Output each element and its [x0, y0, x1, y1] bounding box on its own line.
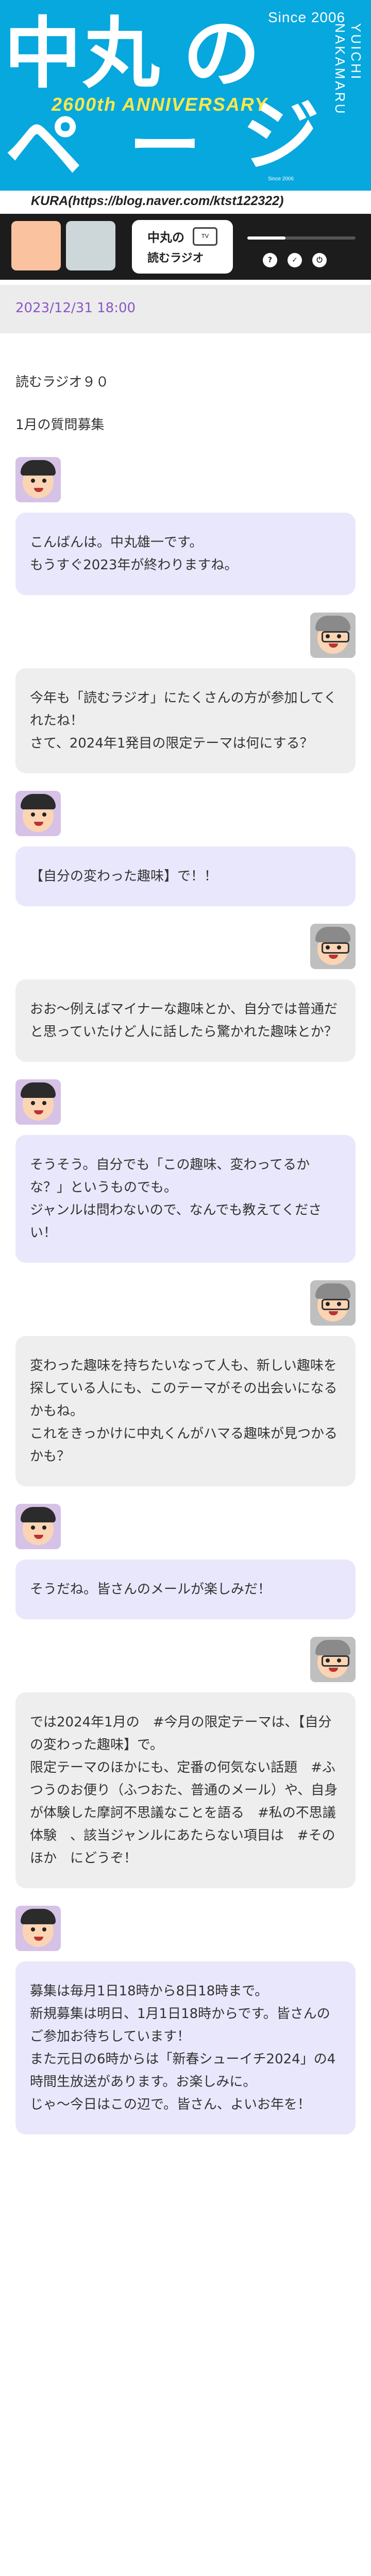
message-bubble: 変わった趣味を持ちたいなって人も、新しい趣味を探している人にも、このテーマがその… — [15, 1336, 356, 1486]
page: 中 丸 の ペ ー ジ Since 2006 2600th ANNIVERSAR… — [0, 0, 371, 2183]
avatar-assistant — [310, 1637, 356, 1682]
radio-logo: 中丸の TV 読むラジオ — [132, 220, 233, 274]
chat-message: そうだね。皆さんのメールが楽しみだ！ — [15, 1504, 356, 1619]
chat-message: では2024年1月の #今月の限定テーマは、【自分の変わった趣味】で。 限定テー… — [15, 1637, 356, 1888]
chat-message: 変わった趣味を持ちたいなって人も、新しい趣味を探している人にも、このテーマがその… — [15, 1280, 356, 1486]
avatar-part — [31, 1927, 35, 1931]
avatar-part — [31, 812, 35, 817]
chat-thread: こんばんは。中丸雄一です。 もうすぐ2023年が終わりますね。今年も「読むラジオ… — [0, 457, 371, 2183]
avatar-assistant — [66, 221, 115, 270]
banner-vertical-name: YUICHI NAKAMARU — [332, 23, 364, 116]
banner-title-char: ペ — [5, 102, 83, 191]
progress-fill — [247, 236, 285, 240]
avatar-part — [31, 1526, 35, 1530]
avatar-part — [42, 1526, 46, 1530]
avatar-part — [31, 479, 35, 483]
avatar-assistant — [310, 613, 356, 658]
message-bubble: 今年も「読むラジオ」にたくさんの方が参加してくれたね！ さて、2024年1発目の… — [15, 668, 356, 773]
chat-message: 今年も「読むラジオ」にたくさんの方が参加してくれたね！ さて、2024年1発目の… — [15, 613, 356, 773]
help-icon[interactable]: ? — [263, 253, 277, 267]
banner-small-since: Since 2006 — [268, 176, 294, 182]
message-bubble: こんばんは。中丸雄一です。 もうすぐ2023年が終わりますね。 — [15, 513, 356, 595]
avatar-part — [21, 1082, 56, 1098]
post-subtitle: 1月の質問募集 — [15, 417, 105, 433]
power-icon[interactable]: ⏻ — [312, 253, 327, 267]
chat-message: おお～例えばマイナーな趣味とか、自分では普通だと思っていたけど人に話したら驚かれ… — [15, 924, 356, 1062]
avatar-assistant — [310, 924, 356, 969]
avatar-assistant — [310, 1280, 356, 1326]
avatar-nakamaru — [11, 221, 61, 270]
avatar-nakamaru — [15, 457, 61, 502]
message-bubble: そうそう。自分でも「この趣味、変わってるかな？」というものでも。 ジャンルは問わ… — [15, 1135, 356, 1263]
radio-logo-line2: 読むラジオ — [147, 252, 204, 265]
avatar-part — [315, 927, 350, 942]
avatar-part — [322, 1299, 349, 1310]
avatar-part — [322, 942, 349, 954]
avatar-part — [31, 1101, 35, 1105]
avatar-nakamaru — [15, 1504, 61, 1549]
header-banner: 中 丸 の ペ ー ジ Since 2006 2600th ANNIVERSAR… — [0, 0, 371, 191]
avatar-part — [42, 479, 46, 483]
chat-message: 募集は毎月1日18時から8日18時まで。 新規募集は明日、1月1日18時からです… — [15, 1906, 356, 2134]
message-bubble: 募集は毎月1日18時から8日18時まで。 新規募集は明日、1月1日18時からです… — [15, 1961, 356, 2134]
chat-message: 【自分の変わった趣味】で！！ — [15, 791, 356, 906]
avatar-part — [42, 1927, 46, 1931]
avatar-part — [21, 1507, 56, 1522]
banner-title-char: 丸 — [82, 9, 160, 99]
avatar-part — [21, 794, 56, 809]
banner-title-char: の — [183, 9, 261, 99]
banner-title-char: 中 — [4, 9, 82, 99]
banner-title-char: ー — [129, 105, 201, 189]
player-controls: ? ✓ ⏻ — [263, 253, 327, 267]
tv-icon: TV — [193, 227, 217, 246]
image-credit: KURA(https://blog.naver.com/ktst122322) — [31, 194, 284, 208]
avatar-nakamaru — [15, 1079, 61, 1125]
avatar-part — [21, 460, 56, 476]
avatar-part — [42, 812, 46, 817]
post-date: 2023/12/31 18:00 — [0, 285, 371, 333]
avatar-nakamaru — [15, 791, 61, 836]
avatar-part — [42, 1101, 46, 1105]
message-bubble: 【自分の変わった趣味】で！！ — [15, 846, 356, 906]
post-intro: 読むラジオ９０ 1月の質問募集 — [0, 333, 371, 433]
message-bubble: そうだね。皆さんのメールが楽しみだ！ — [15, 1560, 356, 1619]
chat-message: こんばんは。中丸雄一です。 もうすぐ2023年が終わりますね。 — [15, 457, 356, 595]
banner-anniversary: 2600th ANNIVERSARY — [52, 94, 268, 115]
message-bubble: では2024年1月の #今月の限定テーマは、【自分の変わった趣味】で。 限定テー… — [15, 1692, 356, 1888]
progress-track[interactable] — [247, 236, 356, 240]
avatar-part — [315, 1640, 350, 1655]
avatar-part — [21, 1909, 56, 1924]
avatar-part — [315, 1283, 350, 1299]
avatar-part — [322, 1655, 349, 1667]
radio-player-bar: 中丸の TV 読むラジオ ? ✓ ⏻ — [0, 214, 371, 280]
check-icon[interactable]: ✓ — [288, 253, 302, 267]
message-bubble: おお～例えばマイナーな趣味とか、自分では普通だと思っていたけど人に話したら驚かれ… — [15, 979, 356, 1062]
post-title: 読むラジオ９０ — [15, 375, 109, 390]
chat-message: そうそう。自分でも「この趣味、変わってるかな？」というものでも。 ジャンルは問わ… — [15, 1079, 356, 1263]
avatar-part — [315, 616, 350, 631]
radio-logo-line1: 中丸の — [147, 230, 184, 245]
avatar-part — [322, 631, 349, 642]
avatar-nakamaru — [15, 1906, 61, 1951]
